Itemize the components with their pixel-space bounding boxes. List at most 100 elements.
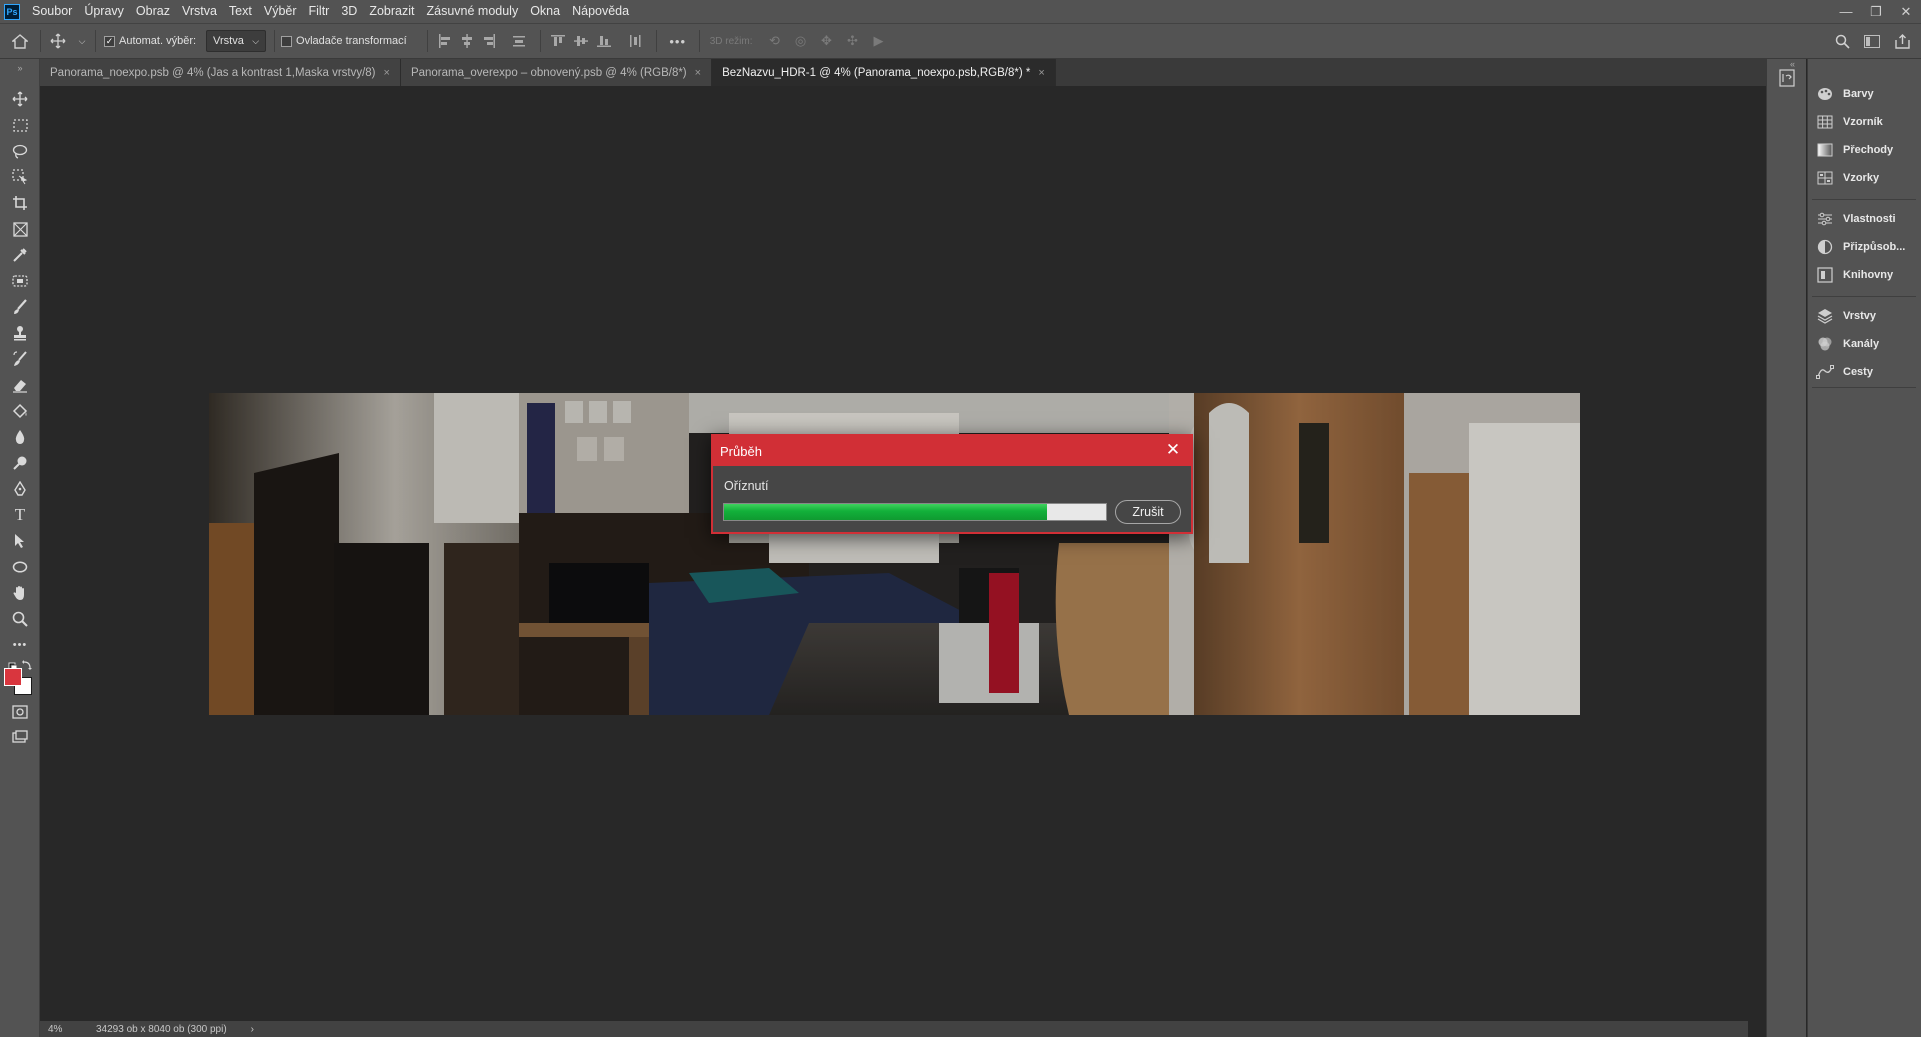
- distribute-icon[interactable]: [512, 34, 526, 48]
- panel-knihovny[interactable]: Knihovny: [1816, 264, 1893, 286]
- transform-controls-checkbox[interactable]: Ovladače transformací: [281, 35, 407, 47]
- panel-vlastnosti[interactable]: Vlastnosti: [1816, 208, 1896, 230]
- options-divider: [655, 30, 657, 52]
- 3d-roll-icon[interactable]: ◎: [793, 33, 809, 49]
- align-bottom-icon[interactable]: [596, 34, 611, 48]
- workspace-icon[interactable]: [1863, 35, 1881, 48]
- menu-napoveda[interactable]: Nápověda: [566, 0, 635, 23]
- dialog-titlebar[interactable]: Průběh ✕: [713, 436, 1191, 466]
- menu-text[interactable]: Text: [223, 0, 258, 23]
- dialog-title: Průběh: [720, 443, 762, 459]
- status-bar: 4% 34293 ob x 8040 ob (300 ppi) ›: [40, 1021, 1748, 1037]
- spot-healing-icon[interactable]: [8, 270, 32, 292]
- minimize-button[interactable]: —: [1831, 0, 1861, 23]
- 3d-scale-icon[interactable]: ▶: [871, 33, 887, 49]
- menu-soubor[interactable]: Soubor: [26, 0, 78, 23]
- tab-close-icon[interactable]: ×: [695, 67, 701, 79]
- panel-kanaly[interactable]: Kanály: [1816, 333, 1879, 355]
- preset-dropdown-icon[interactable]: ⌵: [75, 36, 89, 47]
- panel-vzorky[interactable]: Vzorky: [1816, 167, 1879, 189]
- photoshop-logo-icon[interactable]: Ps: [4, 3, 20, 20]
- auto-select-checkbox[interactable]: ✓ Automat. výběr:: [104, 35, 196, 47]
- screen-mode-icon[interactable]: [8, 726, 32, 748]
- object-selection-icon[interactable]: [8, 166, 32, 188]
- pen-icon[interactable]: [8, 478, 32, 500]
- blur-icon[interactable]: [8, 426, 32, 448]
- panel-prechody[interactable]: Přechody: [1816, 139, 1893, 161]
- menu-vyber[interactable]: Výběr: [258, 0, 303, 23]
- align-middle-icon[interactable]: [573, 34, 588, 48]
- tab-close-icon[interactable]: ×: [384, 67, 390, 79]
- more-tools-icon[interactable]: •••: [8, 634, 32, 656]
- ellipse-icon[interactable]: [8, 556, 32, 578]
- zoom-icon[interactable]: [8, 608, 32, 630]
- home-icon[interactable]: [0, 33, 40, 49]
- type-icon[interactable]: T: [8, 504, 32, 526]
- rectangular-marquee-icon[interactable]: [8, 114, 32, 136]
- 3d-orbit-icon[interactable]: ⟲: [767, 33, 783, 49]
- tab-panorama-overexpo[interactable]: Panorama_overexpo – obnovený.psb @ 4% (R…: [400, 59, 713, 86]
- panel-vrstvy[interactable]: Vrstvy: [1816, 305, 1876, 327]
- menu-okna[interactable]: Okna: [524, 0, 566, 23]
- menu-filtr[interactable]: Filtr: [303, 0, 336, 23]
- foreground-color-swatch[interactable]: [4, 668, 22, 686]
- menu-obraz[interactable]: Obraz: [130, 0, 176, 23]
- panel-label: Barvy: [1843, 88, 1874, 100]
- hand-icon[interactable]: [8, 582, 32, 604]
- transform-controls-check-icon[interactable]: [281, 35, 293, 47]
- tab-panorama-noexpo[interactable]: Panorama_noexpo.psb @ 4% (Jas a kontrast…: [40, 59, 401, 86]
- eyedropper-icon[interactable]: [8, 244, 32, 266]
- align-center-icon[interactable]: [460, 34, 474, 48]
- move-tool-preset-icon[interactable]: [41, 33, 75, 49]
- layers-icon: [1816, 308, 1834, 324]
- close-icon[interactable]: ✕: [1163, 440, 1183, 460]
- distribute-vertical-icon[interactable]: [628, 34, 642, 48]
- share-icon[interactable]: [1893, 34, 1911, 49]
- menu-upravy[interactable]: Úpravy: [78, 0, 130, 23]
- path-selection-icon[interactable]: [8, 530, 32, 552]
- 3d-pan-icon[interactable]: ✥: [819, 33, 835, 49]
- frame-icon[interactable]: [8, 218, 32, 240]
- auto-select-dropdown[interactable]: Vrstva ⌵: [206, 30, 267, 52]
- restore-button[interactable]: ❐: [1861, 0, 1891, 23]
- panel-prizpusobeni[interactable]: Přizpůsob...: [1816, 236, 1905, 258]
- panel-cesty[interactable]: Cesty: [1816, 361, 1873, 383]
- lasso-icon[interactable]: [8, 140, 32, 162]
- menu-zasuvne-moduly[interactable]: Zásuvné moduly: [420, 0, 524, 23]
- menu-3d[interactable]: 3D: [335, 0, 363, 23]
- crop-icon[interactable]: [8, 192, 32, 214]
- align-right-icon[interactable]: [482, 34, 496, 48]
- paths-icon: [1816, 364, 1834, 380]
- menu-zobrazit[interactable]: Zobrazit: [363, 0, 420, 23]
- panel-vzornik[interactable]: Vzorník: [1816, 111, 1883, 133]
- tab-close-icon[interactable]: ×: [1038, 67, 1044, 79]
- menu-vrstva[interactable]: Vrstva: [176, 0, 223, 23]
- panel-divider: [1812, 387, 1916, 388]
- collapse-panels-left-icon[interactable]: «: [1790, 59, 1804, 71]
- more-options-icon[interactable]: •••: [663, 34, 693, 49]
- history-brush-icon[interactable]: [8, 348, 32, 370]
- 3d-slide-icon[interactable]: ✣: [845, 33, 861, 49]
- paint-bucket-icon[interactable]: [8, 400, 32, 422]
- history-panel-icon[interactable]: [1779, 69, 1795, 87]
- quick-mask-icon[interactable]: [8, 701, 32, 723]
- dodge-icon[interactable]: [8, 452, 32, 474]
- clone-stamp-icon[interactable]: [8, 322, 32, 344]
- cancel-button[interactable]: Zrušit: [1115, 500, 1181, 524]
- tab-beznazvu-hdr[interactable]: BezNazvu_HDR-1 @ 4% (Panorama_noexpo.psb…: [712, 59, 1056, 86]
- status-menu-arrow-icon[interactable]: ›: [251, 1024, 254, 1035]
- panel-dock: Barvy Vzorník Přechody Vzorky Vlastnosti…: [1807, 59, 1921, 1037]
- zoom-level[interactable]: 4%: [48, 1024, 88, 1035]
- options-divider: [95, 30, 96, 52]
- align-left-icon[interactable]: [438, 34, 452, 48]
- auto-select-check-icon[interactable]: ✓: [104, 35, 115, 47]
- close-window-button[interactable]: ✕: [1891, 0, 1921, 23]
- brush-icon[interactable]: [8, 296, 32, 318]
- search-icon[interactable]: [1833, 34, 1851, 49]
- align-top-icon[interactable]: [550, 34, 565, 48]
- panel-barvy[interactable]: Barvy: [1816, 83, 1874, 105]
- collapse-toolbar-icon[interactable]: »: [8, 57, 32, 79]
- eraser-icon[interactable]: [8, 374, 32, 396]
- move-tool-icon[interactable]: [8, 88, 32, 110]
- document-canvas[interactable]: [40, 86, 1748, 1021]
